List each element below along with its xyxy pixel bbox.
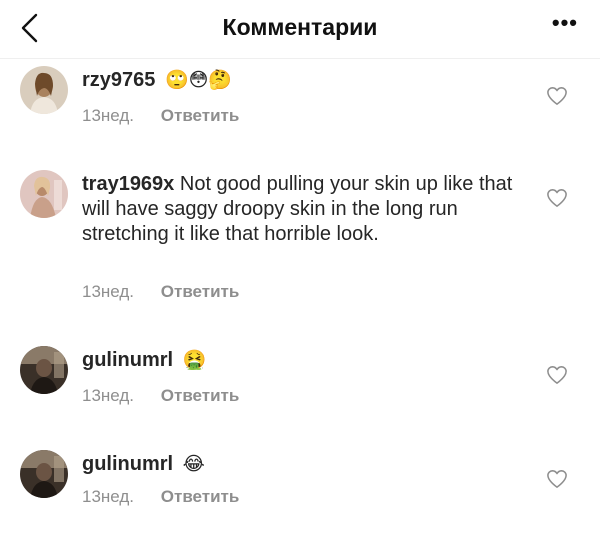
reply-button[interactable]: Ответить xyxy=(161,106,240,125)
comment-item: rzy9765 🙄😳🤔 13нед. Ответить xyxy=(0,66,600,130)
avatar[interactable] xyxy=(20,450,68,498)
comment-username[interactable]: rzy9765 xyxy=(82,69,155,91)
comment-text: gulinumrl 🤮 xyxy=(82,348,522,373)
comment-age: 13нед. xyxy=(82,487,135,506)
comment-username[interactable]: gulinumrl xyxy=(82,349,173,371)
heart-icon[interactable] xyxy=(546,469,568,489)
comment-text: rzy9765 🙄😳🤔 xyxy=(82,68,522,93)
page-title: Комментарии xyxy=(222,14,378,40)
more-options-icon[interactable]: ••• xyxy=(552,10,578,36)
header-bar: Комментарии ••• xyxy=(0,0,600,59)
avatar[interactable] xyxy=(20,66,68,114)
heart-icon[interactable] xyxy=(546,365,568,385)
comment-emojis: 🙄😳🤔 xyxy=(164,70,233,91)
comment-username[interactable]: tray1969x xyxy=(82,173,174,195)
reply-button[interactable]: Ответить xyxy=(161,386,240,405)
comment-item: gulinumrl 🤮 13нед. Ответить xyxy=(0,346,600,410)
comment-text: gulinumrl 😂 xyxy=(82,452,522,477)
reply-button[interactable]: Ответить xyxy=(161,282,240,301)
comment-item: tray1969x Not good pulling your skin up … xyxy=(0,170,600,310)
heart-icon[interactable] xyxy=(546,86,568,106)
comment-meta: 13нед. Ответить xyxy=(82,487,239,507)
comment-emojis: 🤮 xyxy=(182,350,207,371)
heart-icon[interactable] xyxy=(546,188,568,208)
comment-meta: 13нед. Ответить xyxy=(82,282,239,302)
reply-button[interactable]: Ответить xyxy=(161,487,240,506)
comment-emojis: 😂 xyxy=(182,454,205,475)
avatar[interactable] xyxy=(20,170,68,218)
comment-age: 13нед. xyxy=(82,106,135,125)
comment-item: gulinumrl 😂 13нед. Ответить xyxy=(0,450,600,514)
comment-age: 13нед. xyxy=(82,282,135,301)
comment-username[interactable]: gulinumrl xyxy=(82,453,173,475)
avatar[interactable] xyxy=(20,346,68,394)
comment-meta: 13нед. Ответить xyxy=(82,386,239,406)
comment-age: 13нед. xyxy=(82,386,135,405)
comment-text: tray1969x Not good pulling your skin up … xyxy=(82,172,522,247)
comment-meta: 13нед. Ответить xyxy=(82,106,239,126)
